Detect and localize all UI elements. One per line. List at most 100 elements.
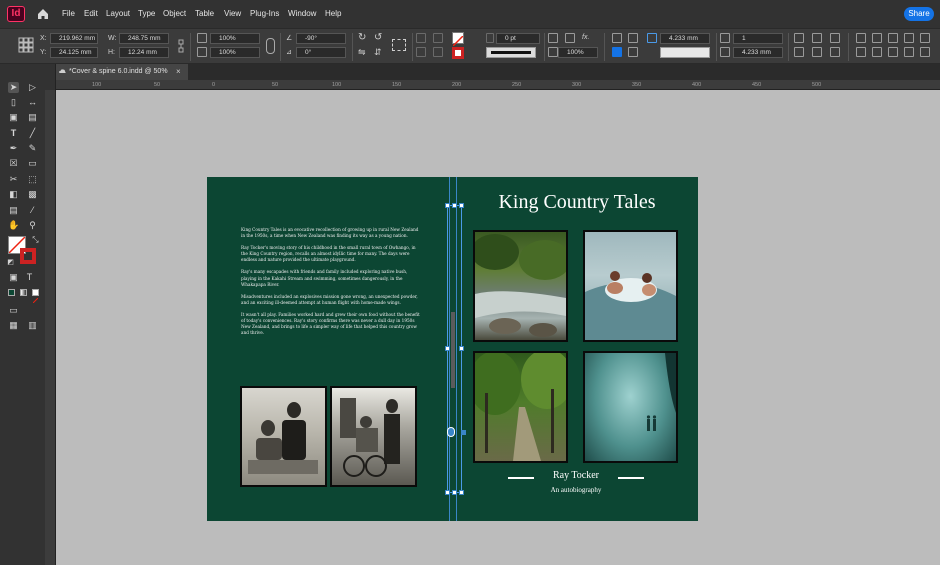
rectangle-tool-icon[interactable]: ▭: [27, 158, 38, 169]
rotate-cw-icon[interactable]: ↻: [358, 32, 366, 43]
swatch-field[interactable]: [660, 47, 710, 58]
align-bottom-text-icon[interactable]: [812, 47, 822, 57]
selection-handle[interactable]: [445, 346, 450, 351]
apply-gradient-icon[interactable]: [20, 289, 27, 296]
distribute-icon[interactable]: [433, 47, 443, 57]
rectangle-frame-tool-icon[interactable]: ☒: [8, 158, 19, 169]
gutter-field-1[interactable]: 4.233 mm: [660, 33, 710, 44]
y-position-field[interactable]: 24.125 mm: [50, 47, 98, 58]
apply-none-icon[interactable]: [32, 289, 39, 304]
stroke-weight-field[interactable]: 0 pt: [496, 33, 540, 44]
rotate-ccw-icon[interactable]: ↺: [374, 32, 382, 43]
justify-text-icon[interactable]: [812, 33, 822, 43]
cover-title[interactable]: King Country Tales: [457, 191, 697, 214]
pen-tool-icon[interactable]: ✒: [8, 143, 19, 154]
distribute-center-icon[interactable]: [872, 47, 882, 57]
type-tool-icon[interactable]: T: [8, 128, 19, 139]
free-transform-tool-icon[interactable]: ⬚: [27, 174, 38, 185]
cover-photo-river[interactable]: [473, 230, 568, 342]
align-right-icon[interactable]: [888, 33, 898, 43]
distribute-top-icon[interactable]: [904, 47, 914, 57]
home-icon[interactable]: [36, 7, 50, 21]
family-photo-1[interactable]: [240, 386, 327, 487]
align-top-text-icon[interactable]: [794, 33, 804, 43]
distribute-bottom-icon[interactable]: [920, 47, 930, 57]
page-tool-icon[interactable]: ▯: [8, 97, 19, 108]
formatting-text-icon[interactable]: T: [24, 272, 35, 283]
cover-spread[interactable]: King Country Tales is an evocative recol…: [207, 177, 698, 521]
content-placer-icon[interactable]: ▤: [27, 112, 38, 123]
x-position-field[interactable]: 219.962 mm: [50, 33, 98, 44]
align-center-text-icon[interactable]: [794, 47, 804, 57]
cover-subtitle[interactable]: An autobiography: [507, 486, 645, 494]
line-tool-icon[interactable]: ╱: [27, 128, 38, 139]
constrain-proportions-icon[interactable]: [177, 39, 185, 53]
share-button[interactable]: Share: [904, 7, 934, 21]
flip-horizontal-icon[interactable]: ⇋: [358, 47, 366, 58]
align-vertical-center-icon[interactable]: [920, 33, 930, 43]
distribute-left-icon[interactable]: [856, 47, 866, 57]
hand-tool-icon[interactable]: ✋: [8, 220, 19, 231]
scale-y-field[interactable]: 100%: [210, 47, 260, 58]
menu-type[interactable]: Type: [138, 9, 155, 18]
horizontal-ruler[interactable]: 100 50 0 50 100 150 200 250 300 350 400 …: [56, 80, 940, 90]
selection-handle[interactable]: [445, 490, 450, 495]
normal-view-icon[interactable]: ▦: [8, 320, 19, 331]
stroke-color-swatch[interactable]: [20, 248, 36, 264]
menu-help[interactable]: Help: [325, 9, 341, 18]
note-tool-icon[interactable]: ▤: [8, 205, 19, 216]
cover-author[interactable]: Ray Tocker: [507, 470, 645, 481]
gradient-swatch-tool-icon[interactable]: ◧: [8, 189, 19, 200]
family-photo-2[interactable]: [330, 386, 417, 487]
selection-tool-icon[interactable]: ➤: [8, 82, 19, 93]
eyedropper-tool-icon[interactable]: ⁄: [27, 205, 38, 216]
cover-photo-bush-track[interactable]: [473, 351, 568, 463]
flip-vertical-icon[interactable]: ⇵: [374, 47, 382, 58]
link-scale-icon[interactable]: [266, 38, 275, 54]
effects-icon[interactable]: [565, 33, 575, 43]
fx-icon[interactable]: fx.: [582, 34, 589, 41]
cover-photo-misty-figures[interactable]: [583, 351, 678, 463]
menu-file[interactable]: File: [62, 9, 75, 18]
zoom-tool-icon[interactable]: ⚲: [27, 220, 38, 231]
default-fill-stroke-icon[interactable]: ◩: [5, 257, 16, 268]
gradient-feather-tool-icon[interactable]: ▩: [27, 189, 38, 200]
baseline-icon[interactable]: [830, 47, 840, 57]
scale-x-field[interactable]: 100%: [210, 33, 260, 44]
menu-edit[interactable]: Edit: [84, 9, 98, 18]
fill-swatch[interactable]: [452, 32, 464, 47]
selection-handle[interactable]: [459, 490, 464, 495]
menu-layout[interactable]: Layout: [106, 9, 130, 18]
direct-selection-tool-icon[interactable]: ▷: [27, 82, 38, 93]
selection-handle[interactable]: [459, 346, 464, 351]
wrap-bounding-box-icon[interactable]: [628, 33, 638, 43]
select-next-icon[interactable]: [416, 47, 426, 57]
gutter-field-2[interactable]: 4.233 mm: [733, 47, 783, 58]
menu-object[interactable]: Object: [163, 9, 186, 18]
columns-field[interactable]: 1: [733, 33, 783, 44]
document-tab[interactable]: *Cover & spine 6.0.indd @ 50% ×: [56, 64, 188, 80]
drop-shadow-icon[interactable]: [548, 33, 558, 43]
stroke-swatch[interactable]: [452, 47, 464, 59]
rotation-field[interactable]: -90°: [296, 33, 346, 44]
screen-mode-icon[interactable]: ▭: [8, 305, 19, 316]
align-top-icon[interactable]: [904, 33, 914, 43]
stroke-type-dropdown[interactable]: [486, 47, 536, 58]
wrap-none-icon[interactable]: [612, 33, 622, 43]
cover-photo-swimmers[interactable]: [583, 230, 678, 342]
text-in-port-handle[interactable]: [461, 430, 466, 435]
align-left-icon[interactable]: [856, 33, 866, 43]
opacity-field[interactable]: 100%: [558, 47, 598, 58]
preview-view-icon[interactable]: ▥: [27, 320, 38, 331]
reference-point-icon[interactable]: [18, 37, 34, 53]
select-previous-icon[interactable]: [433, 33, 443, 43]
vertical-ruler[interactable]: [45, 90, 56, 565]
menu-plugins[interactable]: Plug-Ins: [250, 9, 279, 18]
gap-tool-icon[interactable]: ↔: [27, 97, 38, 108]
selection-handle[interactable]: [445, 203, 450, 208]
content-collector-icon[interactable]: ▣: [8, 112, 19, 123]
scissors-tool-icon[interactable]: ✂: [8, 174, 19, 185]
pencil-tool-icon[interactable]: ✎: [27, 143, 38, 154]
select-container-icon[interactable]: [392, 39, 406, 51]
shear-field[interactable]: 0°: [296, 47, 346, 58]
